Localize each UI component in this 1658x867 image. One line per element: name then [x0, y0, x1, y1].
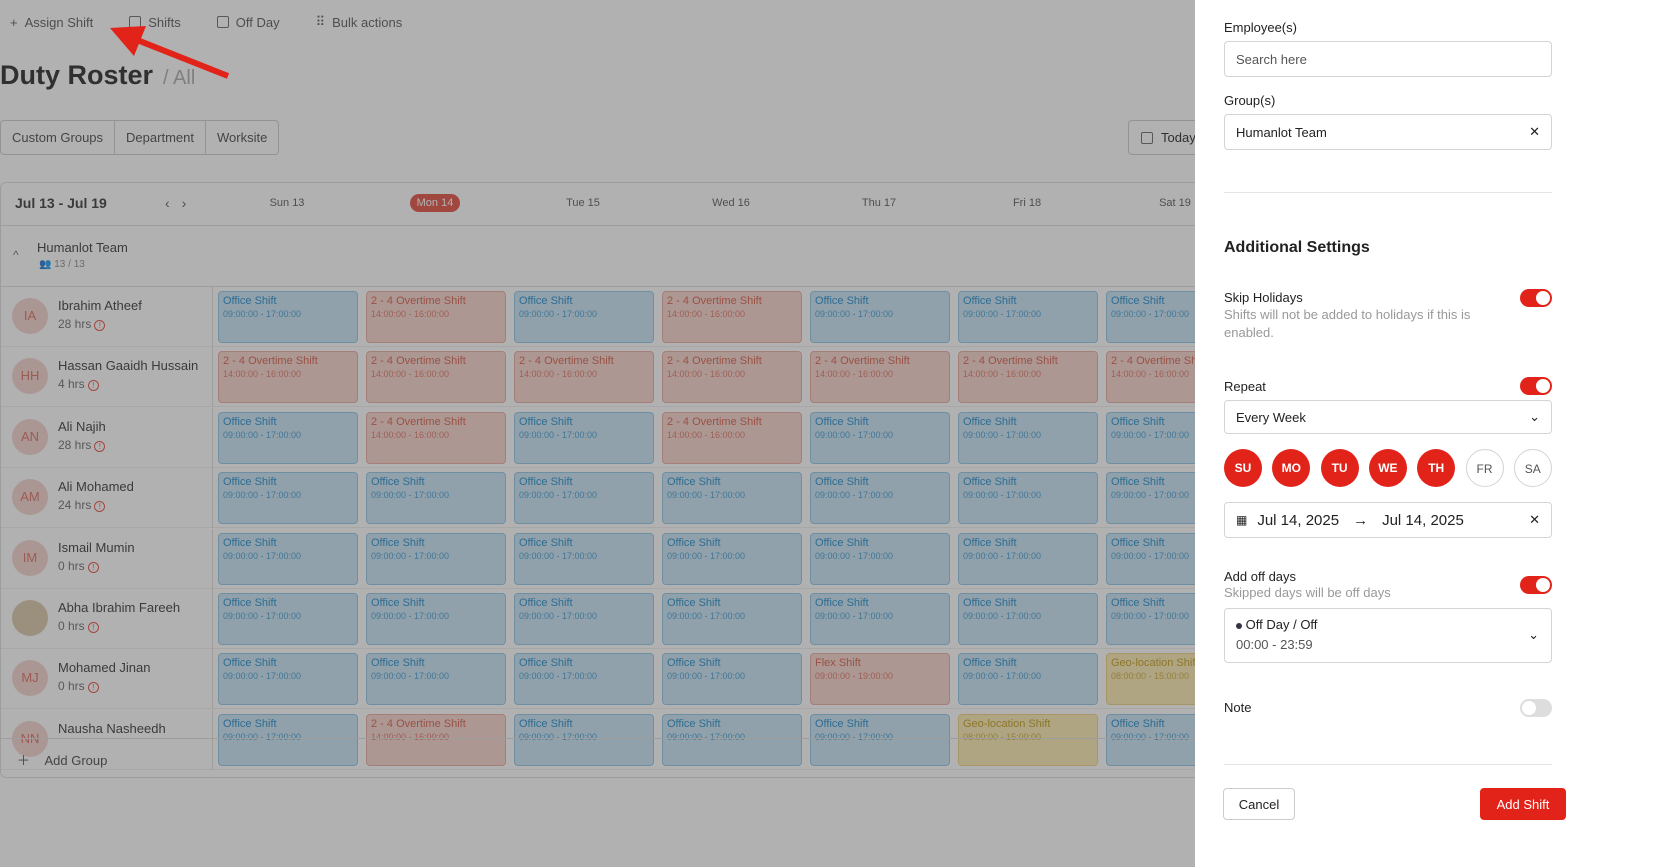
end-date: Jul 14, 2025 [1382, 511, 1464, 529]
employees-label: Employee(s) [1224, 20, 1297, 35]
close-icon[interactable]: ✕ [1529, 124, 1540, 140]
add-off-days-label: Add off days [1224, 569, 1297, 584]
red-arrow-annotation [110, 26, 230, 79]
weekday-tu[interactable]: TU [1320, 449, 1359, 487]
modal-overlay[interactable] [0, 0, 1195, 867]
divider [1224, 764, 1552, 765]
repeat-toggle[interactable] [1520, 377, 1552, 395]
add-shift-button[interactable]: Add Shift [1480, 788, 1566, 820]
note-toggle[interactable] [1520, 699, 1552, 717]
start-date: Jul 14, 2025 [1257, 511, 1340, 529]
arrow-right-icon: → [1353, 511, 1369, 529]
date-range-input[interactable]: ▦ Jul 14, 2025 → Jul 14, 2025 ✕ [1224, 502, 1552, 538]
group-select[interactable]: Humanlot Team ✕ [1224, 114, 1552, 150]
divider [1224, 192, 1552, 193]
close-icon[interactable]: ✕ [1529, 512, 1540, 528]
groups-label: Group(s) [1224, 93, 1276, 108]
skip-holidays-toggle[interactable] [1520, 289, 1552, 307]
cancel-button[interactable]: Cancel [1223, 788, 1295, 820]
additional-settings-heading: Additional Settings [1224, 239, 1370, 256]
chevron-down-icon: ⌄ [1528, 627, 1539, 642]
off-day-select[interactable]: Off Day / Off 00:00 - 23:59 ⌄ [1224, 608, 1552, 663]
weekday-th[interactable]: TH [1417, 449, 1456, 487]
skip-holidays-label: Skip Holidays [1224, 290, 1303, 305]
skip-holidays-hint: Shifts will not be added to holidays if … [1224, 307, 1471, 340]
weekday-sa[interactable]: SA [1513, 449, 1552, 487]
add-off-days-hint: Skipped days will be off days [1224, 585, 1391, 600]
weekday-su[interactable]: SU [1224, 449, 1262, 487]
off-day-time: 00:00 - 23:59 [1236, 637, 1313, 652]
weekday-we[interactable]: WE [1368, 449, 1407, 487]
note-label: Note [1224, 700, 1252, 715]
calendar-icon: ▦ [1236, 513, 1248, 527]
repeat-label: Repeat [1224, 379, 1266, 394]
weekday-fr[interactable]: FR [1465, 449, 1504, 487]
chevron-down-icon: ⌄ [1529, 409, 1540, 424]
status-dot-icon [1236, 622, 1242, 629]
repeat-select[interactable]: Every Week ⌄ [1224, 400, 1552, 434]
employee-search-input[interactable] [1224, 41, 1552, 77]
add-off-days-toggle[interactable] [1520, 576, 1552, 594]
